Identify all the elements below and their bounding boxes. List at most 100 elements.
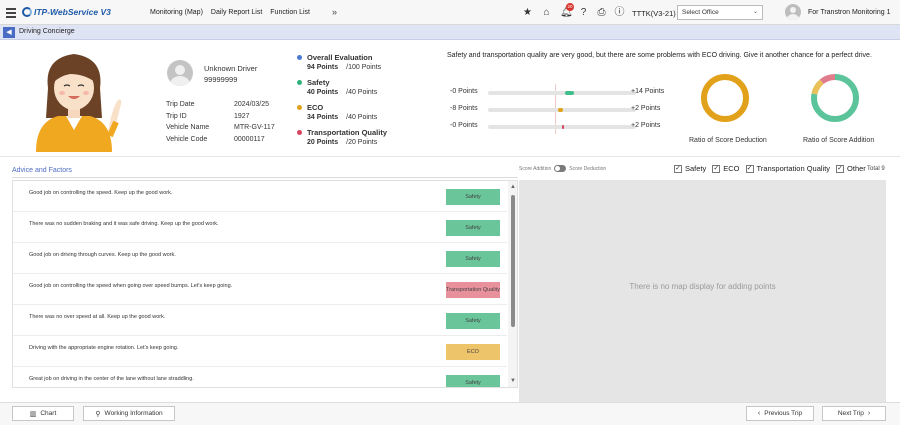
vehicle-code-label: Vehicle Code (166, 136, 208, 143)
filter-other[interactable]: ✓ Other (836, 164, 866, 173)
home-icon[interactable]: ⌂ (541, 7, 552, 18)
user-name[interactable]: For Transtron Monitoring 1 (808, 9, 890, 16)
vehicle-name-value: MTR-GV-117 (234, 124, 275, 131)
print-icon[interactable]: ⎙ (596, 7, 607, 18)
next-trip-button[interactable]: Next Trip › (822, 406, 886, 421)
bar-addition: +14 Points (631, 88, 665, 95)
filter-safety[interactable]: ✓ Safety (674, 164, 706, 173)
list-item[interactable]: Good job on driving through curves. Keep… (13, 243, 507, 274)
score-bar-eco: -8 Points +2 Points (450, 105, 670, 115)
bar-chart-icon: ▥ (29, 410, 37, 418)
bar-track (488, 125, 636, 129)
category-tag: Safety (446, 313, 500, 329)
list-item[interactable]: Great job on driving in the center of th… (13, 367, 507, 387)
filter-eco[interactable]: ✓ ECO (712, 164, 740, 173)
back-button[interactable]: ◀ (3, 27, 15, 38)
filter-label: Safety (685, 164, 707, 173)
page-title: Driving Concierge (19, 28, 75, 35)
star-icon[interactable]: ★ (522, 7, 533, 18)
company-code: TTTK(V3-21) (632, 9, 676, 18)
ring-segment (701, 74, 749, 122)
bar-fill (562, 125, 564, 129)
bar-addition: +2 Points (631, 105, 661, 112)
bar-deduction: -0 Points (450, 122, 478, 129)
bar-deduction: -8 Points (450, 105, 478, 112)
score-bar-transport: -0 Points +2 Points (450, 122, 670, 132)
menu-item-monitoring[interactable]: Monitoring (Map) (150, 9, 203, 16)
scroll-down-icon[interactable]: ▼ (510, 378, 516, 384)
advice-text: Good job on controlling the speed. Keep … (29, 190, 173, 196)
chevron-left-icon: ‹ (757, 410, 761, 417)
trip-date-value: 2024/03/25 (234, 101, 270, 108)
checkbox-checked-icon[interactable]: ✓ (712, 164, 721, 173)
scroll-thumb[interactable] (511, 195, 515, 327)
trip-date-label: Trip Date (166, 101, 195, 108)
category-tag: Transportation Quality (446, 282, 500, 298)
deduction-ring-chart (701, 74, 749, 122)
score-safety: Safety 40 Points/40 Points (297, 78, 377, 96)
chevron-right-icon: › (867, 410, 871, 417)
advice-text: Good job on driving through curves. Keep… (29, 252, 176, 258)
checkbox-checked-icon[interactable]: ✓ (836, 164, 845, 173)
category-tag: Safety (446, 189, 500, 205)
category-filters: ✓ Safety ✓ ECO ✓ Transportation Quality ✓ Ot… (674, 164, 872, 173)
vehicle-name-row: Vehicle Name MTR-GV-117 (166, 124, 275, 131)
list-item[interactable]: Good job on controlling the speed. Keep … (13, 181, 507, 212)
help-icon[interactable]: ? (578, 7, 589, 18)
score-title: Overall Evaluation (307, 53, 373, 62)
list-item[interactable]: There was no sudden braking and it was s… (13, 212, 507, 243)
advice-text: Good job on controlling the speed when g… (29, 283, 233, 289)
prev-trip-label: Previous Trip (764, 410, 803, 417)
score-title: ECO (307, 103, 324, 112)
driver-avatar (167, 60, 193, 86)
logo-text: ITP-WebService V3 (34, 7, 111, 17)
main-menu: Monitoring (Map) Daily Report List Funct… (150, 9, 318, 16)
advice-text: There was no over speed at all. Keep up … (29, 314, 166, 320)
score-max: /40 Points (346, 89, 378, 96)
score-bar-safety: -0 Points +14 Points (450, 88, 670, 98)
checkbox-checked-icon[interactable]: ✓ (745, 164, 754, 173)
checkbox-checked-icon[interactable]: ✓ (674, 164, 682, 173)
chart-button[interactable]: ▥ Chart (12, 406, 74, 421)
menu-icon[interactable] (6, 8, 16, 18)
score-mode-toggle[interactable]: Score Addition Score Deduction (519, 165, 606, 172)
office-select[interactable]: Select Office ⌄ (677, 5, 763, 20)
advice-text: Driving with the appropriate engine rota… (29, 345, 179, 351)
addition-ring-chart (811, 74, 859, 122)
user-avatar[interactable] (785, 4, 801, 20)
working-information-button[interactable]: ⚲ Working Information (83, 406, 175, 421)
office-select-value: Select Office (682, 9, 719, 16)
toggle-switch[interactable] (554, 165, 567, 172)
evaluation-message: Safety and transportation quality are ve… (447, 52, 872, 59)
addition-ring-label: Ratio of Score Addition (803, 137, 875, 144)
advice-scrollbar[interactable]: ▲ ▼ (508, 181, 517, 387)
previous-trip-button[interactable]: ‹ Previous Trip (746, 406, 814, 421)
scroll-up-icon[interactable]: ▲ (510, 184, 516, 190)
trip-id-value: 1927 (234, 113, 250, 120)
eco-dot (297, 105, 302, 110)
footer-toolbar: ▥ Chart ⚲ Working Information ‹ Previous Tr… (0, 402, 900, 425)
list-item[interactable]: Driving with the appropriate engine rota… (13, 336, 507, 367)
list-item[interactable]: There was no over speed at all. Keep up … (13, 305, 507, 336)
list-item[interactable]: Good job on controlling the speed when g… (13, 274, 507, 305)
driver-name: Unknown Driver (204, 64, 258, 73)
info-icon[interactable]: ⓘ (614, 7, 625, 18)
category-tag: ECO (446, 344, 500, 360)
app-logo[interactable]: ITP-WebService V3 (22, 7, 111, 17)
concierge-illustration (36, 54, 122, 152)
bar-fill (557, 108, 564, 112)
filter-transportation[interactable]: ✓ Transportation Quality (745, 164, 830, 173)
bar-fill (564, 91, 574, 95)
score-overall: Overall Evaluation 94 Points/100 Points (297, 53, 381, 71)
menu-item-function-list[interactable]: Function List (270, 9, 310, 16)
safety-dot (297, 80, 302, 85)
category-tag: Safety (446, 220, 500, 236)
category-tag: Safety (446, 375, 500, 387)
toggle-right-label: Score Deduction (569, 165, 607, 172)
menu-item-daily-report[interactable]: Daily Report List (211, 9, 262, 16)
search-icon: ⚲ (95, 410, 101, 418)
vehicle-name-label: Vehicle Name (166, 124, 210, 131)
filter-label: ECO (723, 164, 740, 173)
more-menu-button[interactable]: » (332, 7, 337, 17)
score-max: /100 Points (346, 64, 382, 71)
